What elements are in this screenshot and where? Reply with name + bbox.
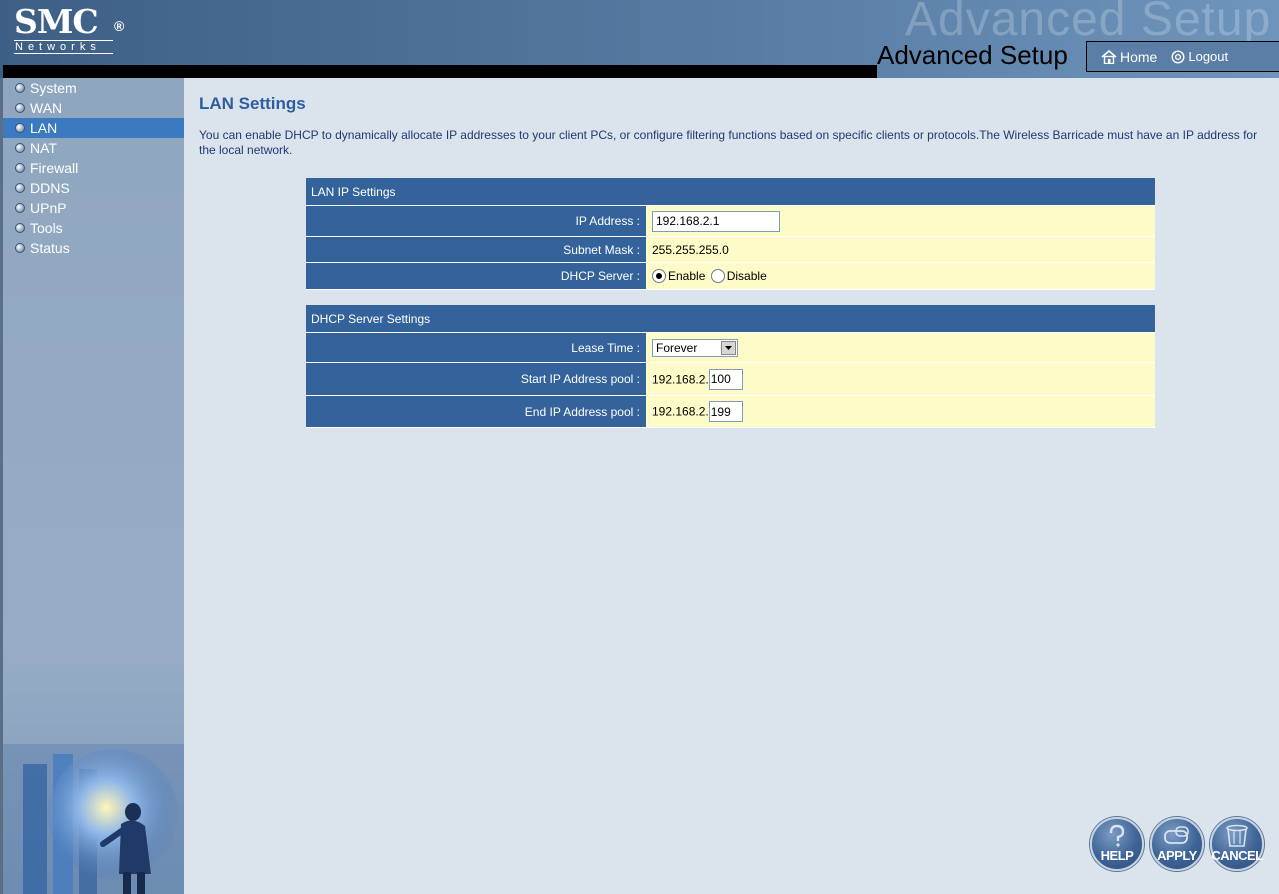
end-ip-pool-label: End IP Address pool : (306, 396, 646, 428)
logo-main-text: SMC (14, 2, 99, 41)
ip-address-input[interactable] (652, 210, 780, 232)
sidebar-item-status[interactable]: Status (3, 238, 184, 258)
dhcp-server-options: Enable Disable (646, 263, 1155, 290)
sidebar-item-label: LAN (30, 120, 58, 136)
sidebar-item-label: System (30, 80, 77, 96)
bullet-icon (15, 143, 25, 153)
apply-button[interactable]: APPLY (1150, 817, 1204, 871)
sidebar-item-label: DDNS (30, 180, 70, 196)
sidebar-item-wan[interactable]: WAN (3, 98, 184, 118)
dhcp-enable-radio[interactable] (652, 269, 666, 284)
dhcp-server-label: DHCP Server : (306, 263, 646, 290)
logout-label: Logout (1188, 49, 1229, 64)
bullet-icon (15, 123, 25, 133)
header-title: Advanced Setup (877, 40, 1068, 70)
dhcp-section-title: DHCP Server Settings (306, 305, 1155, 333)
page-title: LAN Settings (199, 94, 306, 113)
home-icon (1101, 49, 1117, 64)
dhcp-enable-label: Enable (668, 269, 706, 284)
end-ip-input[interactable] (708, 401, 743, 422)
lan-ip-settings-table: LAN IP Settings IP Address : Subnet Mask… (306, 178, 1155, 290)
start-ip-prefix: 192.168.2. (652, 372, 709, 386)
sidebar-illustration (3, 744, 184, 894)
lease-time-value: Forever (656, 340, 698, 355)
bullet-icon (15, 243, 25, 253)
trash-can-icon (1226, 824, 1248, 847)
help-button[interactable]: HELP (1090, 817, 1144, 871)
chevron-down-icon[interactable] (721, 340, 736, 355)
sidebar-item-label: Tools (30, 220, 63, 236)
dhcp-disable-radio[interactable] (710, 269, 725, 284)
end-ip-prefix: 192.168.2. (652, 404, 709, 419)
logo-subtitle: Networks (14, 40, 113, 54)
sidebar-item-label: NAT (30, 140, 57, 156)
subnet-mask-value: 255.255.255.0 (646, 237, 1155, 263)
sidebar-item-upnp[interactable]: UPnP (3, 198, 184, 218)
logout-icon (1171, 49, 1185, 64)
sidebar: System WAN LAN NAT Firewall DDNS UPnP Tools Stat… (3, 78, 184, 894)
bullet-icon (15, 223, 25, 233)
ip-address-label: IP Address : (306, 206, 646, 237)
main-content: LAN Settings You can enable DHCP to dyna… (184, 78, 1279, 894)
dhcp-server-settings-table: DHCP Server Settings Lease Time : Foreve… (306, 305, 1155, 428)
apply-icon (1164, 826, 1189, 844)
logout-link[interactable]: Logout (1171, 49, 1228, 64)
lan-ip-section-title: LAN IP Settings (306, 178, 1155, 206)
bullet-icon (15, 163, 25, 173)
sidebar-item-system[interactable]: System (3, 78, 184, 98)
apply-label: APPLY (1157, 848, 1197, 863)
home-label: Home (1120, 48, 1158, 65)
bullet-icon (15, 183, 25, 193)
bullet-icon (15, 83, 25, 93)
bullet-icon (15, 103, 25, 113)
sidebar-item-label: WAN (30, 100, 63, 116)
sidebar-item-label: Firewall (30, 160, 79, 176)
start-ip-input[interactable] (708, 368, 743, 390)
lease-time-label: Lease Time : (306, 333, 646, 363)
question-mark-icon (1109, 824, 1125, 847)
start-ip-pool-label: Start IP Address pool : (306, 363, 646, 396)
dhcp-disable-label: Disable (726, 269, 767, 284)
cancel-button[interactable]: CANCEL (1210, 817, 1264, 871)
sidebar-item-lan[interactable]: LAN (3, 118, 184, 138)
top-links-bar: Home Logout (1086, 41, 1279, 72)
header-banner: SMC ® Networks Advanced Setup Advanced S… (0, 0, 1279, 78)
bullet-icon (15, 203, 25, 213)
header-divider-bar (3, 65, 877, 78)
sidebar-item-nat[interactable]: NAT (3, 138, 184, 158)
home-link[interactable]: Home (1101, 49, 1157, 65)
logo-registered-mark: ® (114, 18, 124, 34)
help-label: HELP (1100, 848, 1134, 863)
page-description: You can enable DHCP to dynamically alloc… (199, 128, 1258, 157)
sidebar-item-label: UPnP (30, 200, 67, 216)
lease-time-select[interactable]: Forever (652, 338, 738, 357)
sidebar-item-ddns[interactable]: DDNS (3, 178, 184, 198)
cancel-label: CANCEL (1211, 848, 1263, 863)
sidebar-item-firewall[interactable]: Firewall (3, 158, 184, 178)
sidebar-item-label: Status (30, 240, 70, 256)
subnet-mask-label: Subnet Mask : (306, 237, 646, 263)
sidebar-nav: System WAN LAN NAT Firewall DDNS UPnP Tools Stat… (3, 78, 184, 258)
smc-logo: SMC ® Networks (14, 2, 124, 54)
sidebar-item-tools[interactable]: Tools (3, 218, 184, 238)
